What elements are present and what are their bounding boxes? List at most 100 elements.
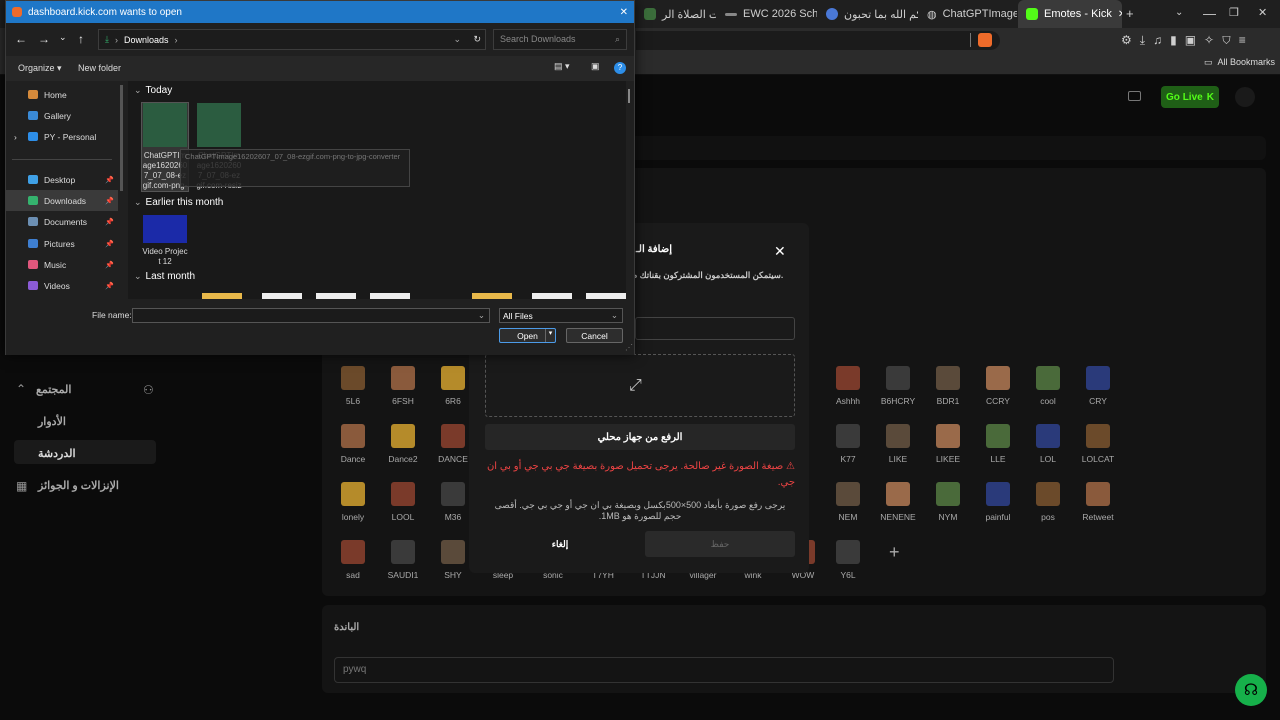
- upload-local-button[interactable]: الرفع من جهاز محلي: [485, 424, 795, 450]
- tab-ewc[interactable]: EWC 2026 Schedule: [717, 0, 817, 28]
- restore-icon[interactable]: ❐: [1229, 6, 1239, 19]
- nav-item-py-personal[interactable]: PY - Personal ›: [6, 126, 118, 147]
- minimize-icon[interactable]: —: [1203, 6, 1216, 21]
- cancel-dialog-button[interactable]: Cancel: [566, 328, 623, 343]
- chevron-down-icon[interactable]: ⌄: [611, 310, 618, 321]
- emote-item[interactable]: K77: [823, 424, 873, 464]
- cancel-button[interactable]: إلغاء: [485, 531, 635, 557]
- download-icon[interactable]: ⤓: [1140, 33, 1153, 47]
- nav-item-videos[interactable]: Videos 📌: [6, 275, 118, 296]
- nav-scrollbar[interactable]: [120, 85, 123, 191]
- sidebar-chat[interactable]: الدردشة: [38, 447, 76, 460]
- new-folder-button[interactable]: New folder: [78, 63, 121, 73]
- vpn-icon[interactable]: ⛉: [1222, 33, 1239, 47]
- emote-item[interactable]: 5L6: [328, 366, 378, 406]
- sidebar-drops[interactable]: الإنزالات و الجوائز: [38, 479, 119, 492]
- wallet-icon[interactable]: ▣: [1185, 33, 1204, 47]
- nav-item-home[interactable]: Home: [6, 84, 118, 105]
- emote-item[interactable]: CCRY: [973, 366, 1023, 406]
- image-dropzone[interactable]: ⤢: [485, 354, 795, 417]
- group-header[interactable]: ⌄ Today: [134, 85, 172, 96]
- go-live-button[interactable]: Go Live K: [1161, 86, 1219, 108]
- support-chat-button[interactable]: ☊: [1235, 674, 1267, 706]
- chevron-down-icon[interactable]: ⌄: [453, 34, 461, 45]
- emote-item[interactable]: B6HCRY: [873, 366, 923, 406]
- resize-grip-icon[interactable]: ⋰: [625, 343, 633, 352]
- refresh-icon[interactable]: ↻: [473, 34, 481, 45]
- emote-name-input[interactable]: [635, 317, 795, 340]
- open-split-arrow[interactable]: ▾: [545, 329, 555, 342]
- open-button[interactable]: Open ▾: [499, 328, 556, 343]
- close-tab-icon[interactable]: ✕: [1118, 9, 1122, 20]
- preview-pane-icon[interactable]: ▣: [591, 61, 600, 72]
- breadcrumb[interactable]: ⤓ › Downloads › ⌄ ↻: [98, 29, 486, 50]
- emote-item[interactable]: painful: [973, 482, 1023, 522]
- forward-icon[interactable]: →: [38, 32, 50, 46]
- emote-item[interactable]: BDR1: [923, 366, 973, 406]
- tab-r[interactable]: مساكم الله بما تحبون: [818, 0, 918, 28]
- chevron-down-icon[interactable]: ⌄: [134, 85, 142, 96]
- chevron-down-icon[interactable]: ⌄: [134, 197, 142, 208]
- emote-item[interactable]: Dance: [328, 424, 378, 464]
- file-scrollbar[interactable]: [628, 89, 630, 103]
- leo-icon[interactable]: ✧: [1204, 33, 1222, 47]
- tab-emotes-kick[interactable]: Emotes - Kick✕: [1018, 0, 1122, 28]
- emote-item[interactable]: LIKEE: [923, 424, 973, 464]
- search-downloads-input[interactable]: Search Downloads ⌕: [493, 29, 627, 50]
- save-button[interactable]: حفظ: [645, 531, 795, 557]
- tab-chatgpt-image[interactable]: ◍ChatGPTImage162: [919, 0, 1017, 28]
- nav-item-music[interactable]: Music 📌: [6, 254, 118, 275]
- extensions-toolbar[interactable]: ⚙⤓♫▮▣✧⛉≡: [1121, 33, 1254, 48]
- emote-item[interactable]: NENENE: [873, 482, 923, 522]
- new-tab-icon[interactable]: +: [1126, 6, 1134, 21]
- identity-input[interactable]: pywq: [334, 657, 1114, 683]
- emote-item[interactable]: CRY: [1073, 366, 1123, 406]
- nav-item-downloads[interactable]: Downloads 📌: [6, 190, 118, 211]
- emote-item[interactable]: Retweet: [1073, 482, 1123, 522]
- emote-item[interactable]: Ashhh: [823, 366, 873, 406]
- sidebar-roles[interactable]: الأدوار: [38, 415, 66, 428]
- media-icon[interactable]: ♫: [1153, 33, 1170, 47]
- sidebar-community[interactable]: المجتمع: [36, 383, 71, 396]
- menu-icon[interactable]: ≡: [1239, 33, 1254, 47]
- puzzle-icon[interactable]: ⚙: [1121, 33, 1140, 47]
- address-bar[interactable]: [636, 31, 1000, 50]
- nav-item-pictures[interactable]: Pictures 📌: [6, 233, 118, 254]
- emote-item[interactable]: NYM: [923, 482, 973, 522]
- emote-item[interactable]: LOLCAT: [1073, 424, 1123, 464]
- all-bookmarks-button[interactable]: ▭ All Bookmarks: [1204, 57, 1275, 68]
- avatar[interactable]: [1235, 87, 1255, 107]
- emote-item[interactable]: 6FSH: [378, 366, 428, 406]
- emote-item[interactable]: LOOL: [378, 482, 428, 522]
- back-icon[interactable]: ←: [15, 32, 27, 46]
- up-icon[interactable]: ↑: [78, 32, 84, 46]
- organize-button[interactable]: Organize ▾: [18, 63, 62, 74]
- file-item[interactable]: Video Project 12: [142, 215, 188, 267]
- emote-item[interactable]: cool: [1023, 366, 1073, 406]
- tab-search-icon[interactable]: ⌄: [1175, 7, 1183, 18]
- chevron-up-icon[interactable]: ⌃: [16, 382, 26, 396]
- close-icon[interactable]: ✕: [774, 243, 786, 260]
- tab-prayer-times[interactable]: مواقيت الصلاة الر: [636, 0, 716, 28]
- emote-item[interactable]: SAUDI1: [378, 540, 428, 580]
- close-dialog-icon[interactable]: ✕: [620, 7, 628, 18]
- nav-item-gallery[interactable]: Gallery: [6, 105, 118, 126]
- sidebar-chat-active[interactable]: [14, 440, 156, 464]
- recent-locations-icon[interactable]: ⌄: [59, 32, 67, 43]
- emote-item[interactable]: lonely: [328, 482, 378, 522]
- add-emote-icon[interactable]: +: [889, 542, 900, 563]
- chevron-down-icon[interactable]: ⌄: [134, 271, 142, 282]
- group-header[interactable]: ⌄ Last month: [134, 271, 195, 282]
- emote-item[interactable]: LLE: [973, 424, 1023, 464]
- close-window-icon[interactable]: ✕: [1258, 6, 1267, 19]
- emote-item[interactable]: Y6L: [823, 540, 873, 580]
- file-name-input[interactable]: ⌄: [132, 308, 490, 323]
- group-header[interactable]: ⌄ Earlier this month: [134, 197, 223, 208]
- creator-tools-icon[interactable]: [1128, 91, 1141, 101]
- chevron-down-icon[interactable]: ⌄: [478, 310, 485, 321]
- chevron-right-icon[interactable]: ›: [14, 132, 17, 142]
- brave-shield-icon[interactable]: [978, 33, 992, 47]
- emote-item[interactable]: LOL: [1023, 424, 1073, 464]
- emote-item[interactable]: pos: [1023, 482, 1073, 522]
- sidebar-icon[interactable]: ▮: [1170, 33, 1185, 47]
